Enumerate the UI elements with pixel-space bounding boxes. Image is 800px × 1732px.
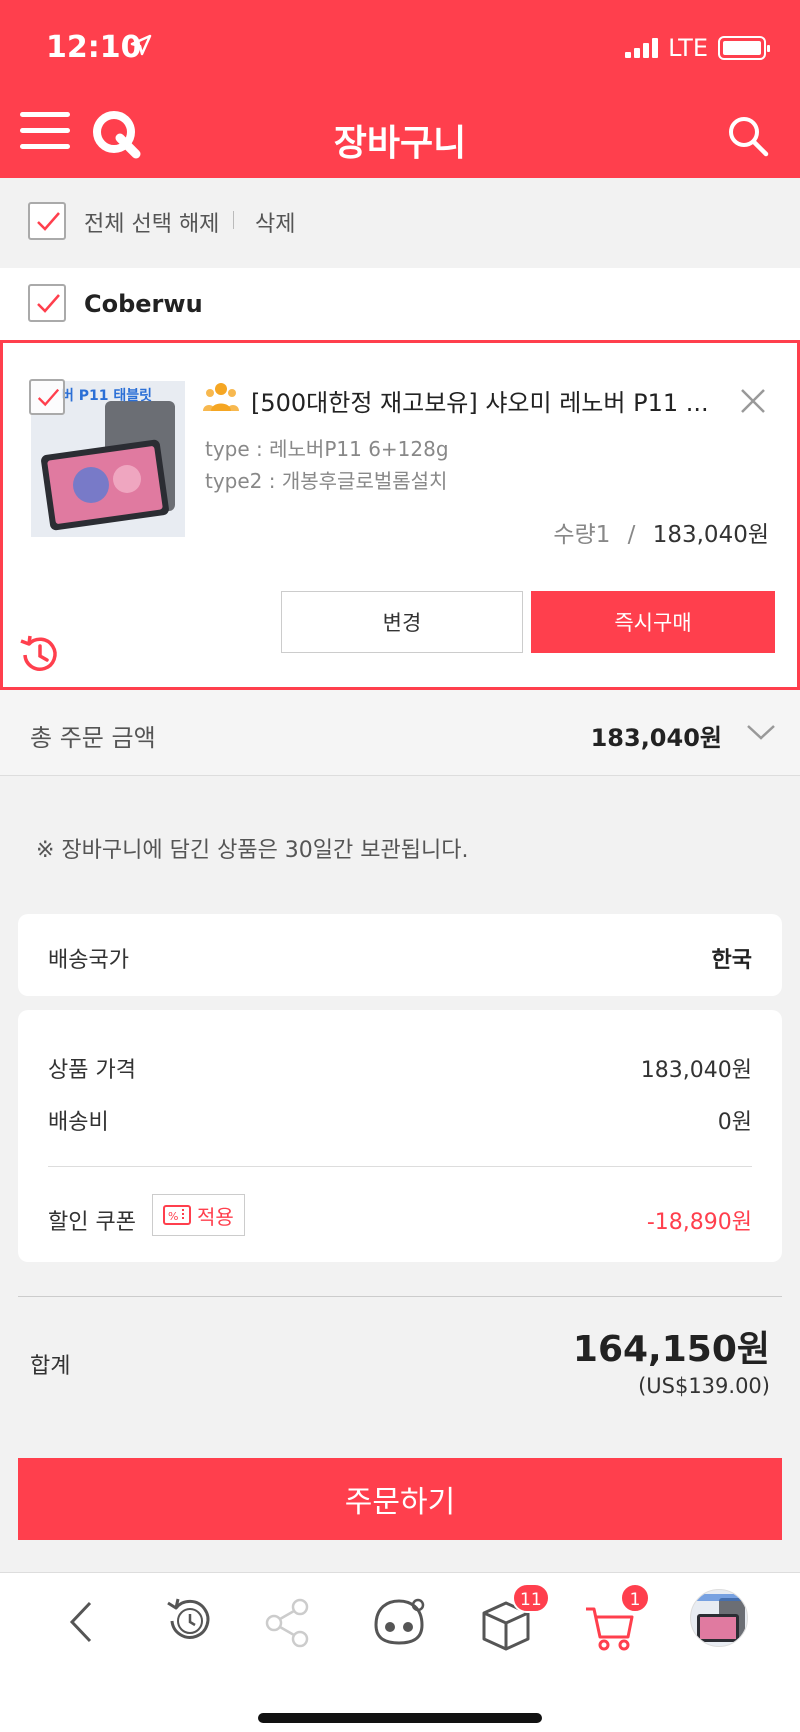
discount-value: -18,890원 [646, 1210, 752, 1235]
apply-coupon-label: 적용 [197, 1204, 234, 1229]
battery-icon [718, 36, 770, 60]
back-icon[interactable] [64, 1599, 100, 1645]
shipment-box-button[interactable]: 11 [480, 1583, 550, 1653]
select-all-checkbox[interactable] [28, 202, 66, 240]
price-breakdown-box: 상품 가격 183,040원 배송비 0원 할인 쿠폰 % 적용 -18,890… [18, 1010, 782, 1262]
coupon-icon: % [163, 1205, 191, 1225]
close-icon[interactable] [739, 387, 767, 415]
order-total-label: 총 주문 금액 [30, 724, 156, 752]
select-all-bar: 전체 선택 해제 삭제 [0, 178, 800, 268]
qty-price-separator: / [627, 522, 636, 548]
divider [233, 211, 234, 229]
checkmark-icon [37, 388, 60, 407]
item-option-type: type : 레노버P11 6+128g [205, 437, 449, 461]
product-price-label: 상품 가격 [48, 1058, 136, 1083]
page-title: 장바구니 [333, 123, 467, 164]
select-all-label[interactable]: 전체 선택 해제 [84, 206, 219, 238]
tablet-thumbnail-icon [697, 1594, 745, 1642]
order-total-value: 183,040원 [590, 724, 722, 752]
shipping-country-box: 배송국가 한국 [18, 914, 782, 996]
svg-text:%: % [168, 1210, 178, 1223]
storage-notice: ※ 장바구니에 담긴 상품은 30일간 보관됩니다. [36, 838, 469, 863]
cart-button[interactable]: 1 [584, 1583, 650, 1653]
order-total-row[interactable]: 총 주문 금액 183,040원 [0, 690, 800, 776]
status-indicators: LTE [625, 34, 770, 62]
thumbnail-caption: 버 P11 태블릿 [61, 388, 153, 404]
divider [48, 1166, 752, 1167]
item-title[interactable]: [500대한정 재고보유] 샤오미 레노버 P11 ... [251, 383, 731, 418]
checkmark-icon [37, 294, 60, 313]
item-checkbox[interactable] [29, 379, 65, 415]
shipping-country-value: 한국 [711, 948, 752, 973]
status-time: 12:10 [46, 30, 142, 65]
grand-total-usd: (US$139.00) [638, 1374, 770, 1398]
history-icon[interactable] [17, 633, 61, 677]
group-deal-icon [203, 383, 239, 411]
product-price-value: 183,040원 [640, 1058, 752, 1083]
cart-item: 버 P11 태블릿 [500대한정 재고보유] 샤오미 레노버 P11 ... … [0, 340, 800, 690]
grand-total-value: 164,150원 [572, 1329, 770, 1370]
coupon-label: 할인 쿠폰 [48, 1210, 136, 1235]
shipping-fee-value: 0원 [717, 1110, 752, 1135]
delete-button[interactable]: 삭제 [255, 206, 295, 238]
place-order-button[interactable]: 주문하기 [18, 1458, 782, 1540]
location-arrow-icon [130, 34, 152, 56]
grand-total-label: 합계 [30, 1354, 71, 1379]
seller-checkbox[interactable] [28, 284, 66, 322]
checkmark-icon [37, 212, 60, 231]
buy-now-button[interactable]: 즉시구매 [531, 591, 775, 653]
home-indicator [258, 1713, 542, 1723]
chevron-down-icon[interactable] [746, 722, 776, 742]
box-badge: 11 [512, 1583, 550, 1613]
network-label: LTE [668, 34, 708, 62]
item-quantity: 수량1 [553, 522, 611, 548]
seller-row: Coberwu [0, 268, 800, 340]
change-option-button[interactable]: 변경 [281, 591, 523, 653]
signal-icon [625, 38, 659, 58]
chatbot-icon[interactable] [368, 1595, 430, 1649]
shipping-country-label: 배송국가 [48, 948, 129, 973]
app-header: 12:10 LTE 장바구니 [0, 0, 800, 178]
item-option-type2: type2 : 개봉후글로벌롬설치 [205, 469, 448, 493]
recent-history-icon[interactable] [160, 1593, 216, 1649]
cart-badge: 1 [620, 1583, 650, 1613]
recent-product-avatar[interactable] [690, 1589, 748, 1647]
shipping-fee-label: 배송비 [48, 1110, 109, 1135]
quantity-price: 수량1 / 183,040원 [553, 515, 769, 549]
divider [18, 1296, 782, 1297]
apply-coupon-button[interactable]: % 적용 [152, 1194, 245, 1236]
search-icon[interactable] [726, 114, 770, 158]
item-price: 183,040원 [652, 522, 769, 548]
seller-name[interactable]: Coberwu [84, 290, 203, 318]
bottom-nav: 11 1 [0, 1572, 800, 1732]
share-icon[interactable] [264, 1597, 312, 1649]
